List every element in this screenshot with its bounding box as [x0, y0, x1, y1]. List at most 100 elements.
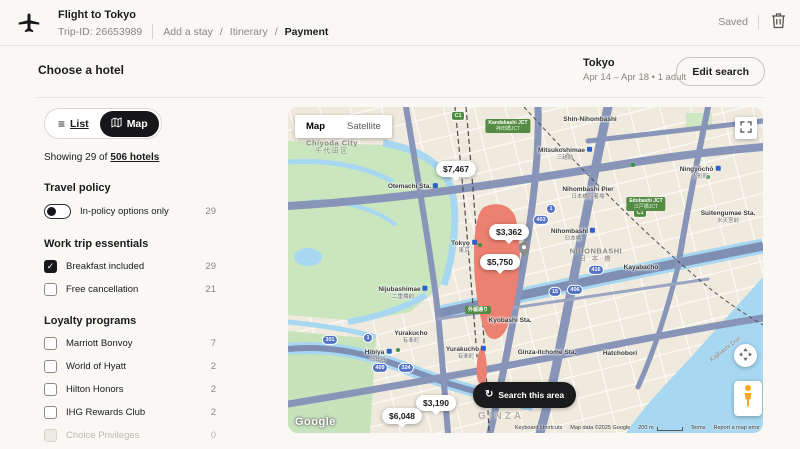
- map-label-ginza: GINZA: [478, 411, 524, 423]
- breadcrumb-item-payment[interactable]: Payment: [285, 26, 329, 38]
- filter-count: 0: [211, 430, 216, 441]
- checkbox-ihg-rewards-club[interactable]: [44, 406, 57, 419]
- map-view-button[interactable]: Map: [100, 111, 159, 137]
- road-shield-301: 301: [323, 336, 337, 344]
- checkbox-choice-privileges[interactable]: [44, 429, 57, 442]
- filter-row-marriott-bonvoy: Marriott Bonvoy7: [44, 337, 216, 350]
- app-window: Flight to Tokyo Trip-ID: 26653989 Add a …: [0, 0, 800, 449]
- map-label-ningy-ch: Ningyōchō人形町: [680, 166, 721, 180]
- pan-arrows-icon: [739, 348, 752, 364]
- road-shield-1: 1: [364, 334, 372, 342]
- trip-id: Trip-ID: 26653989: [58, 26, 142, 38]
- road-shield-1: 1: [547, 205, 555, 213]
- filter-label: World of Hyatt: [66, 361, 202, 372]
- map-label-text: NIHONBASHI: [570, 247, 623, 256]
- trip-title: Flight to Tokyo: [58, 9, 136, 21]
- top-header: Flight to Tokyo Trip-ID: 26653989 Add a …: [0, 0, 800, 46]
- price-pin-7-467[interactable]: $7,467: [436, 161, 476, 177]
- map-label-text: Yurakucho: [446, 346, 479, 353]
- map-icon: [111, 117, 122, 131]
- map-label-text: Nihombashi Pier: [562, 186, 613, 193]
- checkbox-free-cancellation[interactable]: [44, 283, 57, 296]
- destination: Tokyo: [583, 57, 686, 69]
- filter-label: Breakfast included: [66, 261, 196, 272]
- divider: [152, 24, 153, 39]
- results-summary: Showing 29 of506 hotels: [44, 152, 216, 163]
- checkbox-world-of-hyatt[interactable]: [44, 360, 57, 373]
- map-label-text: Ningyōchō: [680, 166, 714, 173]
- map-label-text: Kyobashi Sta.: [489, 317, 532, 324]
- map-label-nihonbashi: NIHONBASHI日 本 橋: [570, 247, 623, 264]
- map-label-text: Nihombashi: [551, 228, 588, 235]
- map-label-sub: 人形町: [680, 174, 721, 181]
- map-label-chiyoda-city: Chiyoda City千代田区: [306, 139, 358, 156]
- map-label-text: 外堀通り: [468, 307, 488, 313]
- filter-count: 7: [211, 338, 216, 349]
- map-type-map-button[interactable]: Map: [295, 115, 336, 138]
- search-this-area-button[interactable]: ↻ Search this area: [473, 382, 576, 408]
- map-label-sub: 日本橋: [551, 236, 595, 243]
- checkbox-breakfast-included[interactable]: ✓: [44, 260, 57, 273]
- map-label-ginza-itchome-sta: Ginza-itchome Sta.: [518, 349, 577, 357]
- filter-row-breakfast-included: ✓Breakfast included29: [44, 260, 216, 273]
- hotel-count-link[interactable]: 506 hotels: [110, 152, 159, 163]
- map-data-attribution: Map data ©2025 Google: [570, 425, 630, 431]
- map-label-text: Kayabacho: [624, 264, 659, 271]
- price-pin-3-362[interactable]: $3,362: [489, 224, 529, 240]
- filters-sidebar: ≡ List Map Showing 29 of506 hotels Trave…: [44, 108, 216, 449]
- pegman-icon: [742, 384, 754, 413]
- map-label-sub: 千代田区: [306, 148, 358, 156]
- map-type-satellite-button[interactable]: Satellite: [336, 115, 392, 138]
- breadcrumb-item-add-a-stay[interactable]: Add a stay: [163, 26, 213, 38]
- report-error-link[interactable]: Report a map error: [714, 425, 760, 431]
- map-label-sub: 神田橋JCT: [488, 126, 527, 132]
- tree-icon: [396, 348, 400, 352]
- price-pin-6-048[interactable]: $6,048: [382, 408, 422, 424]
- map-scale-text: 200 m: [638, 425, 653, 431]
- pan-control-button[interactable]: [734, 344, 757, 367]
- map-label-nihombashi-pier: Nihombashi Pier日本橋船着場: [562, 186, 613, 200]
- travel-policy-heading: Travel policy: [44, 182, 216, 194]
- metro-icon: [587, 147, 592, 152]
- map-label-text: Nijubashimae: [378, 286, 420, 293]
- checkbox-marriott-bonvoy[interactable]: [44, 337, 57, 350]
- map-label-sub: 有楽町: [446, 354, 486, 361]
- terms-link[interactable]: Terms: [691, 425, 706, 431]
- list-view-button[interactable]: ≡ List: [47, 111, 100, 137]
- saved-status: Saved: [718, 16, 748, 28]
- filter-row-world-of-hyatt: World of Hyatt2: [44, 360, 216, 373]
- filter-row-free-cancellation: Free cancellation21: [44, 283, 216, 296]
- map-label-: 外堀通り: [465, 306, 491, 314]
- tree-icon: [631, 163, 635, 167]
- metro-icon: [481, 346, 486, 351]
- page-title: Choose a hotel: [38, 63, 124, 77]
- airplane-icon: [16, 11, 42, 37]
- google-logo[interactable]: Google: [295, 416, 336, 428]
- map-attribution: Keyboard shortcuts Map data ©2025 Google…: [515, 425, 760, 431]
- map-label-sub: 水天宮前: [701, 218, 756, 225]
- breadcrumb-item-itinerary[interactable]: Itinerary: [230, 26, 268, 38]
- map-label-text: Hatchobori: [603, 350, 637, 357]
- policy-toggle-row: In-policy options only 29: [44, 204, 216, 219]
- road-shield-15: 15: [549, 288, 560, 296]
- checkbox-hilton-honors[interactable]: [44, 383, 57, 396]
- map-label-sub: 日本橋船着場: [562, 194, 613, 201]
- price-pin-5-750[interactable]: $5,750: [480, 254, 520, 270]
- map-label-yurakucho: Yurakucho有楽町: [394, 330, 427, 344]
- trash-button[interactable]: [769, 12, 787, 32]
- edit-search-button[interactable]: Edit search: [676, 57, 765, 86]
- fullscreen-button[interactable]: [735, 117, 757, 139]
- divider: [36, 97, 764, 98]
- pegman-control[interactable]: [734, 381, 762, 416]
- loyalty-heading: Loyalty programs: [44, 315, 216, 327]
- hotel-marker-pin[interactable]: [519, 242, 530, 262]
- keyboard-shortcuts-link[interactable]: Keyboard shortcuts: [515, 425, 562, 431]
- view-toggle: ≡ List Map: [44, 108, 162, 139]
- loyalty-filters: Marriott Bonvoy7World of Hyatt2Hilton Ho…: [44, 337, 216, 442]
- map-label-sub: 日比谷: [365, 357, 392, 364]
- in-policy-toggle[interactable]: [44, 204, 71, 219]
- price-pin-3-190[interactable]: $3,190: [416, 395, 456, 411]
- map-scale: 200 m: [638, 425, 682, 431]
- breadcrumb: Add a stay/Itinerary/Payment: [163, 26, 328, 38]
- metro-icon: [590, 228, 595, 233]
